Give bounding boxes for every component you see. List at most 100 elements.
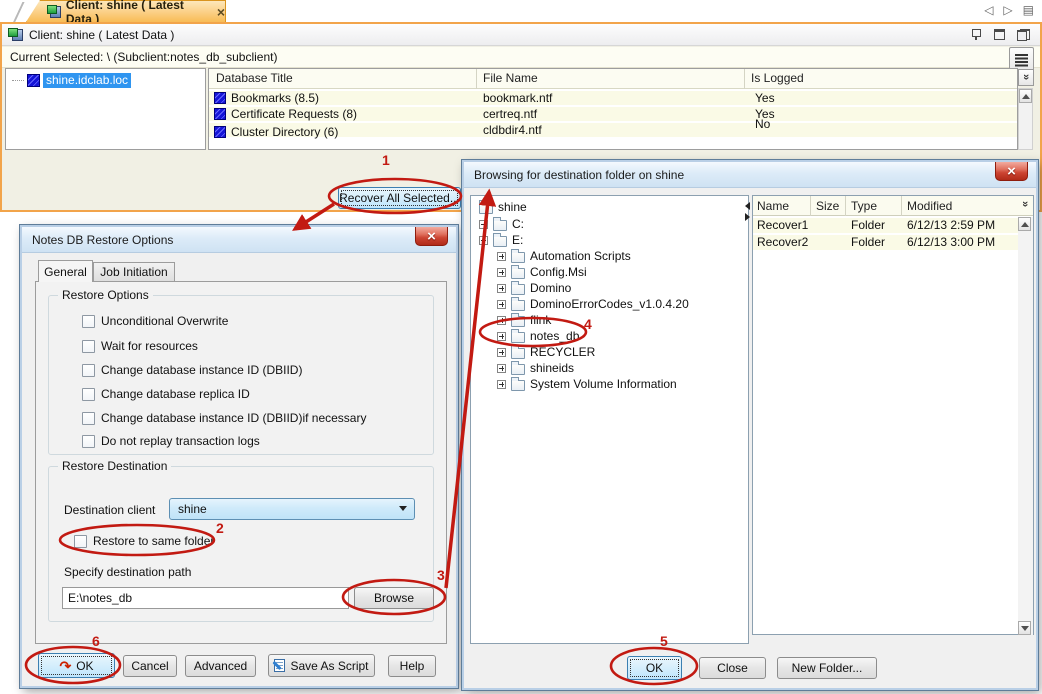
- tree-item-automation-scripts[interactable]: Automation Scripts: [497, 248, 631, 264]
- table-row[interactable]: Certificate Requests (8) certreq.ntf Yes: [209, 107, 1017, 121]
- cell-title: Certificate Requests (8): [231, 107, 357, 121]
- col-is-logged[interactable]: Is Logged: [751, 71, 804, 85]
- col-file-name[interactable]: File Name: [483, 71, 538, 85]
- database-table: Database Title File Name Is Logged Bookm…: [208, 68, 1018, 150]
- scroll-down-button[interactable]: [1018, 621, 1031, 635]
- tab-close-icon[interactable]: [217, 4, 225, 20]
- collapse-icon[interactable]: [479, 236, 488, 245]
- expand-icon[interactable]: [497, 268, 506, 277]
- table-row[interactable]: Bookmarks (8.5) bookmark.ntf Yes: [209, 91, 1017, 105]
- cell-type: Folder: [851, 235, 885, 249]
- browse-dialog-title-bar[interactable]: Browsing for destination folder on shine: [464, 162, 1036, 188]
- checkbox-icon[interactable]: [74, 535, 87, 548]
- expand-icon[interactable]: [497, 300, 506, 309]
- current-selected-text: Current Selected: \ (Subclient:notes_db_…: [10, 50, 278, 64]
- checkbox-icon[interactable]: [82, 388, 95, 401]
- advanced-button[interactable]: Advanced: [185, 655, 256, 677]
- checkbox-icon[interactable]: [82, 315, 95, 328]
- tree-item-c-drive[interactable]: C:: [479, 216, 524, 232]
- expand-icon[interactable]: [497, 364, 506, 373]
- expand-icon[interactable]: [497, 252, 506, 261]
- expand-icon[interactable]: [497, 380, 506, 389]
- recover-all-selected-button[interactable]: Recover All Selected...: [338, 187, 461, 209]
- tree-item-shine-root[interactable]: shine: [479, 199, 527, 215]
- checkbox-icon[interactable]: [82, 364, 95, 377]
- splitter-arrows[interactable]: [745, 202, 750, 221]
- checkbox-icon[interactable]: [82, 412, 95, 425]
- expand-icon[interactable]: [497, 284, 506, 293]
- arrow-up-icon: [1021, 222, 1029, 227]
- restore-dialog-title-bar[interactable]: Notes DB Restore Options: [22, 227, 456, 253]
- ok-button[interactable]: OK: [38, 653, 115, 678]
- checkbox-change-dbiid-if-necessary[interactable]: Change database instance ID (DBIID)if ne…: [82, 410, 366, 426]
- tree-item-shine[interactable]: shine.idclab.loc: [12, 73, 131, 88]
- save-as-script-button[interactable]: Save As Script: [268, 654, 375, 677]
- checkbox-restore-to-same-folder[interactable]: Restore to same folder: [74, 533, 214, 549]
- help-button[interactable]: Help: [388, 655, 436, 677]
- col-size[interactable]: Size: [816, 199, 839, 213]
- screen: Client: shine ( Latest Data ) Client: sh…: [0, 0, 1042, 694]
- checkbox-change-dbiid[interactable]: Change database instance ID (DBIID): [82, 362, 302, 378]
- checkbox-icon[interactable]: [82, 340, 95, 353]
- arrow-left-icon: [745, 202, 750, 210]
- checkbox-icon[interactable]: [82, 435, 95, 448]
- tab-client-shine[interactable]: Client: shine ( Latest Data ): [26, 0, 226, 22]
- close-button[interactable]: [995, 162, 1028, 181]
- nav-forward-icon[interactable]: [1003, 3, 1012, 17]
- list-scrollbar[interactable]: [1018, 217, 1033, 635]
- scroll-up-button[interactable]: [1018, 217, 1031, 231]
- tree-item-domino[interactable]: Domino: [497, 280, 571, 296]
- checkbox-label: Do not replay transaction logs: [101, 434, 260, 448]
- expand-icon[interactable]: [497, 332, 506, 341]
- new-folder-button[interactable]: New Folder...: [777, 657, 877, 679]
- ok-button[interactable]: OK: [627, 656, 682, 680]
- tree-item-config-msi[interactable]: Config.Msi: [497, 264, 587, 280]
- list-row-recover2[interactable]: Recover2 Folder 6/12/13 3:00 PM: [753, 235, 1033, 250]
- restore-icon[interactable]: [1017, 29, 1030, 41]
- checkbox-change-replica-id[interactable]: Change database replica ID: [82, 386, 250, 402]
- cell-logged: No: [755, 117, 770, 131]
- tree-label: notes_db: [530, 329, 579, 343]
- checkbox-wait-for-resources[interactable]: Wait for resources: [82, 338, 198, 354]
- col-modified[interactable]: Modified: [907, 199, 952, 213]
- close-label: Close: [717, 661, 748, 675]
- cell-type: Folder: [851, 218, 885, 232]
- tree-item-dominoerrorcodes[interactable]: DominoErrorCodes_v1.0.4.20: [497, 296, 689, 312]
- checkbox-no-replay-transaction-logs[interactable]: Do not replay transaction logs: [82, 433, 260, 449]
- cancel-button[interactable]: Cancel: [123, 655, 177, 677]
- specify-destination-path-label: Specify destination path: [64, 565, 191, 579]
- destination-client-combo[interactable]: shine: [169, 498, 415, 520]
- list-row-recover1[interactable]: Recover1 Folder 6/12/13 2:59 PM: [753, 218, 1033, 233]
- tree-item-recycler[interactable]: RECYCLER: [497, 344, 595, 360]
- expand-icon[interactable]: [479, 220, 488, 229]
- tab-job-initiation[interactable]: Job Initiation: [93, 262, 175, 282]
- tab-general[interactable]: General: [38, 260, 93, 282]
- expand-icon[interactable]: [497, 348, 506, 357]
- close-button[interactable]: [415, 227, 448, 246]
- checkbox-unconditional-overwrite[interactable]: Unconditional Overwrite: [82, 313, 228, 329]
- tree-item-system-volume-information[interactable]: System Volume Information: [497, 376, 677, 392]
- maximize-icon[interactable]: [994, 29, 1005, 40]
- pin-icon[interactable]: [971, 28, 982, 41]
- tree-item-shineids[interactable]: shineids: [497, 360, 574, 376]
- close-button-bottom[interactable]: Close: [699, 657, 766, 679]
- browse-button[interactable]: Browse: [354, 587, 434, 609]
- table-row[interactable]: Cluster Directory (6) cldbdir4.ntf No: [209, 123, 1017, 137]
- tree-item-notes-db[interactable]: notes_db: [497, 328, 579, 344]
- folder-icon: [511, 300, 525, 311]
- nav-back-icon[interactable]: [984, 3, 993, 17]
- tab-general-label: General: [44, 265, 87, 279]
- col-name[interactable]: Name: [757, 199, 789, 213]
- col-database-title[interactable]: Database Title: [216, 71, 293, 85]
- folder-icon: [511, 268, 525, 279]
- tree-item-e-drive[interactable]: E:: [479, 232, 523, 248]
- tree-item-flink[interactable]: flink: [497, 312, 551, 328]
- scroll-up-button[interactable]: [1019, 89, 1032, 103]
- column-chooser-icon[interactable]: [1019, 201, 1031, 207]
- expand-icon[interactable]: [497, 316, 506, 325]
- column-chooser-button[interactable]: [1018, 69, 1034, 86]
- tab-list-icon[interactable]: [1023, 3, 1034, 17]
- table-scrollbar[interactable]: [1018, 88, 1033, 150]
- destination-path-input[interactable]: [62, 587, 349, 609]
- col-type[interactable]: Type: [851, 199, 877, 213]
